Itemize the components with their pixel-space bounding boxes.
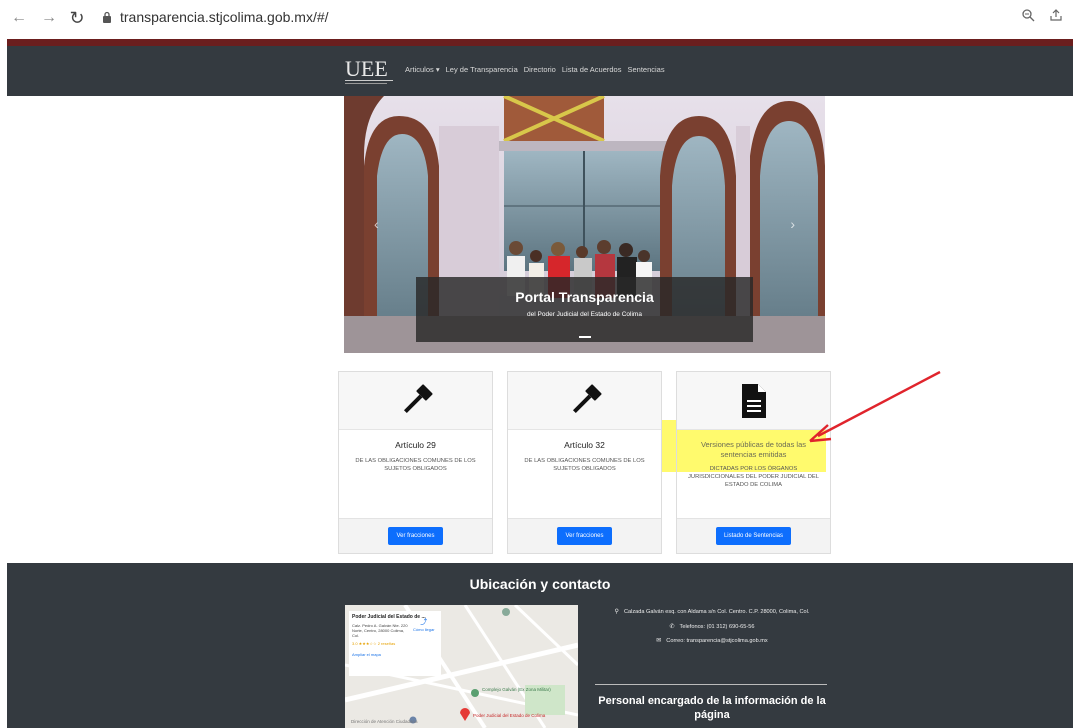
share-icon[interactable] bbox=[1049, 8, 1063, 22]
card-footer: Ver fracciones bbox=[339, 518, 492, 553]
ver-fracciones-29-button[interactable]: Ver fracciones bbox=[388, 527, 443, 545]
card-title: Artículo 29 bbox=[395, 440, 436, 450]
embedded-map[interactable]: Complejo Galván (Ex Zona Militar) Poder … bbox=[345, 605, 578, 728]
card-description: DE LAS OBLIGACIONES COMUNES DE LOS SUJET… bbox=[524, 458, 645, 473]
card-footer: Ver fracciones bbox=[508, 518, 661, 553]
contact-phone: ✆ Telefonos: (01 312) 690-65-56 bbox=[592, 623, 832, 633]
back-icon[interactable]: ← bbox=[8, 7, 30, 29]
url-text: transparencia.stjcolima.gob.mx/#/ bbox=[120, 9, 329, 25]
logo-text: UEE bbox=[345, 56, 388, 81]
phone-icon: ✆ bbox=[669, 623, 675, 630]
nav-link-label: Articulos bbox=[405, 65, 434, 74]
directions-label: Cómo llegar bbox=[413, 627, 435, 632]
svg-text:Dirección de Atención Ciudadan: Dirección de Atención Ciudadana bbox=[351, 719, 418, 724]
hero-subtitle: del Poder Judicial del Estado de Colima bbox=[527, 311, 642, 318]
annotation-arrow-icon bbox=[809, 370, 941, 443]
map-info-card: Poder Judicial del Estado de ... Calz. P… bbox=[349, 611, 441, 676]
gavel-icon bbox=[403, 383, 433, 413]
footer-heading: Ubicación y contacto bbox=[469, 576, 611, 592]
directions-icon: ⤴ bbox=[420, 619, 428, 626]
phone-text: Telefonos: (01 312) 690-65-56 bbox=[679, 623, 755, 630]
map-address: Calz. Pedro A. Galván Nte. 220 Norte, Ce… bbox=[352, 623, 408, 638]
contact-email[interactable]: ✉ Correo: transparencia@stjcolima.gob.mx bbox=[592, 637, 832, 647]
forward-icon[interactable]: → bbox=[38, 7, 60, 29]
footer-divider bbox=[595, 684, 827, 685]
nav-menu: Articulos ▾ Ley de Transparencia Directo… bbox=[405, 65, 665, 74]
svg-text:Poder Judicial del Estado de C: Poder Judicial del Estado de Colima bbox=[473, 713, 546, 718]
map-expand-link[interactable]: Ampliar el mapa bbox=[352, 652, 438, 657]
card-description: DICTADAS POR LOS ÓRGANOS JURISDICCIONALE… bbox=[688, 465, 819, 489]
address-bar[interactable]: transparencia.stjcolima.gob.mx/#/ bbox=[102, 9, 329, 25]
location-pin-icon: ⚲ bbox=[614, 609, 619, 615]
hero-carousel[interactable]: ‹ › Portal Transparencia del Poder Judic… bbox=[344, 96, 825, 353]
nav-link-directorio[interactable]: Directorio bbox=[524, 65, 556, 74]
browser-actions bbox=[1021, 8, 1063, 22]
carousel-next-icon[interactable]: › bbox=[790, 216, 795, 232]
card-footer: Listado de Sentencias bbox=[677, 518, 830, 553]
lock-icon bbox=[103, 11, 111, 23]
zoom-icon[interactable] bbox=[1021, 8, 1035, 22]
carousel-indicator[interactable] bbox=[579, 336, 591, 338]
reload-icon[interactable]: ↻ bbox=[66, 7, 88, 29]
gavel-icon bbox=[572, 383, 602, 413]
person-heading: Personal encargado de la información de … bbox=[598, 695, 826, 721]
nav-link-articulos[interactable]: Articulos ▾ bbox=[405, 65, 440, 74]
card-title: Artículo 32 bbox=[564, 440, 605, 450]
ver-fracciones-32-button[interactable]: Ver fracciones bbox=[557, 527, 612, 545]
card-description: DE LAS OBLIGACIONES COMUNES DE LOS SUJET… bbox=[355, 458, 476, 473]
listado-sentencias-button[interactable]: Listado de Sentencias bbox=[715, 527, 792, 545]
svg-text:Complejo Galván (Ex Zona Milit: Complejo Galván (Ex Zona Militar) bbox=[482, 687, 551, 692]
card-icon-area bbox=[339, 372, 492, 430]
map-directions-link[interactable]: ⤴ Cómo llegar bbox=[413, 617, 435, 632]
card-articulo-29: Artículo 29 DE LAS OBLIGACIONES COMUNES … bbox=[338, 371, 493, 554]
hero-title: Portal Transparencia bbox=[515, 289, 654, 305]
address-text: Calzada Galván esq. con Aldama s/n Col. … bbox=[623, 609, 810, 615]
nav-link-ley[interactable]: Ley de Transparencia bbox=[446, 65, 518, 74]
card-articulo-32: Artículo 32 DE LAS OBLIGACIONES COMUNES … bbox=[507, 371, 662, 554]
email-text: Correo: transparencia@stjcolima.gob.mx bbox=[666, 638, 768, 645]
contact-address: ⚲ Calzada Galván esq. con Aldama s/n Col.… bbox=[592, 608, 832, 618]
nav-link-sentencias[interactable]: Sentencias bbox=[627, 65, 664, 74]
hero-caption: Portal Transparencia del Poder Judicial … bbox=[416, 277, 753, 342]
browser-toolbar: ← → ↻ transparencia.stjcolima.gob.mx/#/ bbox=[0, 0, 1073, 36]
site-footer: Ubicación y contacto Complejo Galván (Ex… bbox=[7, 563, 1073, 728]
map-rating: 3.0 ★★★☆☆ 2 reseñas bbox=[352, 641, 396, 646]
nav-link-acuerdos[interactable]: Lista de Acuerdos bbox=[562, 65, 622, 74]
contact-info: ⚲ Calzada Galván esq. con Aldama s/n Col.… bbox=[592, 608, 832, 652]
site-navbar: UEE Articulos ▾ Ley de Transparencia Dir… bbox=[7, 46, 1073, 96]
site-logo[interactable]: UEE bbox=[343, 54, 397, 88]
card-icon-area bbox=[508, 372, 661, 430]
envelope-icon: ✉ bbox=[656, 638, 662, 645]
document-icon bbox=[741, 383, 766, 418]
carousel-prev-icon[interactable]: ‹ bbox=[374, 216, 379, 232]
top-accent-bar bbox=[7, 39, 1073, 46]
